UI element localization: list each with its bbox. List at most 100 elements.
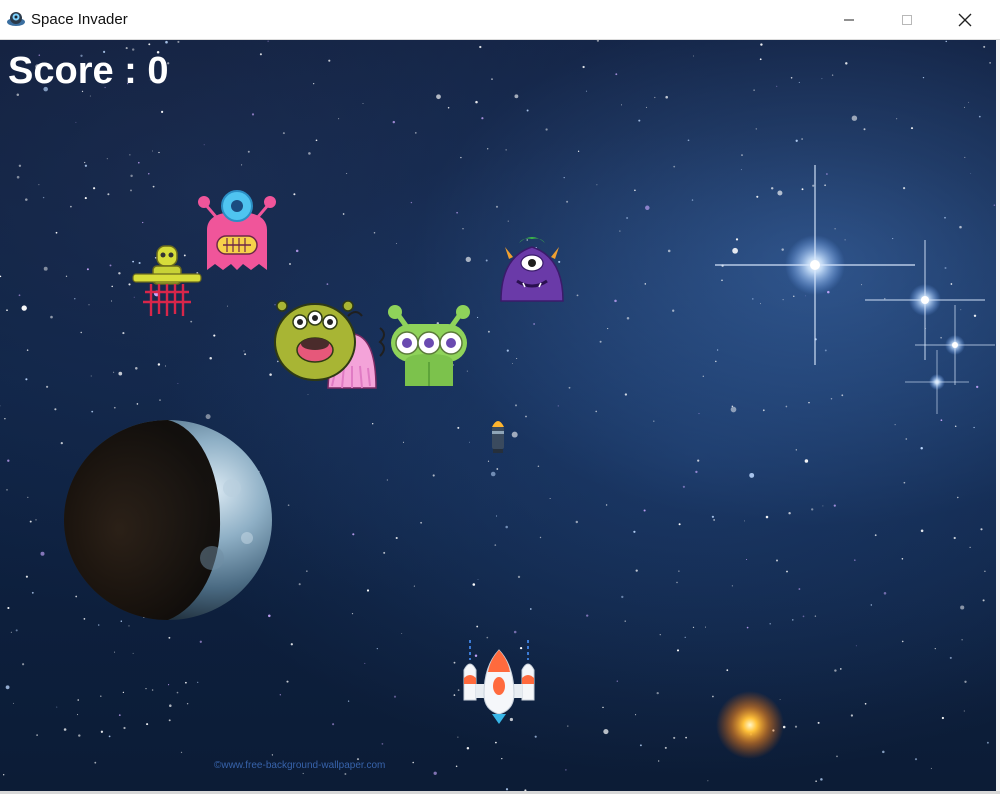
star <box>984 570 986 573</box>
star <box>113 371 115 373</box>
star <box>516 358 518 359</box>
star <box>476 625 479 628</box>
star <box>643 509 646 512</box>
star <box>22 663 25 666</box>
title-bar[interactable]: Space Invader <box>0 0 1000 40</box>
star <box>704 626 706 628</box>
star <box>834 669 837 672</box>
star <box>118 714 121 716</box>
star <box>165 365 166 367</box>
star <box>711 515 715 518</box>
star <box>634 189 636 192</box>
star <box>855 645 857 647</box>
star <box>477 316 479 318</box>
star <box>190 320 193 323</box>
close-button[interactable] <box>936 0 994 40</box>
star <box>413 585 415 587</box>
star <box>63 728 67 731</box>
star <box>226 305 229 307</box>
star <box>515 404 517 407</box>
star <box>815 780 817 782</box>
star <box>29 520 32 523</box>
star <box>328 59 331 62</box>
star <box>313 83 315 85</box>
star <box>896 118 898 120</box>
star <box>456 211 458 214</box>
minimize-button[interactable] <box>820 0 878 40</box>
star <box>635 569 638 572</box>
star <box>845 62 848 65</box>
star <box>70 205 72 208</box>
star <box>402 441 405 443</box>
star <box>795 139 798 142</box>
star <box>964 156 966 158</box>
star <box>685 736 687 739</box>
star <box>963 710 965 712</box>
star <box>526 109 529 112</box>
star <box>746 559 748 561</box>
star <box>822 505 824 507</box>
star <box>676 581 678 584</box>
maximize-icon <box>902 15 912 25</box>
star <box>152 150 153 152</box>
star <box>16 93 20 96</box>
star <box>185 681 187 684</box>
star <box>136 403 139 405</box>
game-canvas[interactable]: Score : 0 ©www.free-background-wallpaper… <box>0 40 996 791</box>
star <box>5 685 10 690</box>
star <box>414 132 417 134</box>
star <box>603 729 609 735</box>
star <box>86 268 89 271</box>
star <box>633 530 636 533</box>
star <box>352 533 355 536</box>
star <box>776 85 778 87</box>
star <box>495 741 497 744</box>
star <box>798 81 800 83</box>
star <box>731 585 733 587</box>
star <box>158 151 160 154</box>
star <box>678 570 680 572</box>
star <box>148 43 151 46</box>
star <box>289 263 291 265</box>
star <box>506 349 509 352</box>
star <box>678 523 681 526</box>
enemy-olive-three-eyed-overlap <box>274 303 356 381</box>
star <box>513 630 517 634</box>
star <box>545 128 548 131</box>
star <box>905 438 908 440</box>
star <box>332 723 335 726</box>
star <box>364 662 366 664</box>
star <box>811 508 814 511</box>
star <box>77 714 79 716</box>
star <box>485 259 488 262</box>
star <box>507 220 509 222</box>
star <box>25 378 28 381</box>
star <box>614 299 617 303</box>
star <box>373 231 376 234</box>
star <box>109 264 112 267</box>
star <box>713 519 715 521</box>
star <box>135 367 138 370</box>
star <box>46 385 49 388</box>
star <box>993 204 996 206</box>
star <box>910 127 914 130</box>
star <box>635 714 637 716</box>
star <box>753 89 755 91</box>
star <box>342 213 345 215</box>
star <box>605 504 608 506</box>
star <box>638 119 641 122</box>
star <box>475 100 478 104</box>
star <box>145 687 147 690</box>
star <box>684 636 686 638</box>
star <box>841 394 844 397</box>
star <box>644 283 647 285</box>
star <box>436 94 441 100</box>
star <box>505 149 507 151</box>
maximize-button[interactable] <box>878 0 936 40</box>
star <box>130 189 132 192</box>
star <box>914 758 918 761</box>
star <box>487 460 490 462</box>
star <box>920 529 924 533</box>
star <box>286 680 289 683</box>
star <box>93 187 96 190</box>
